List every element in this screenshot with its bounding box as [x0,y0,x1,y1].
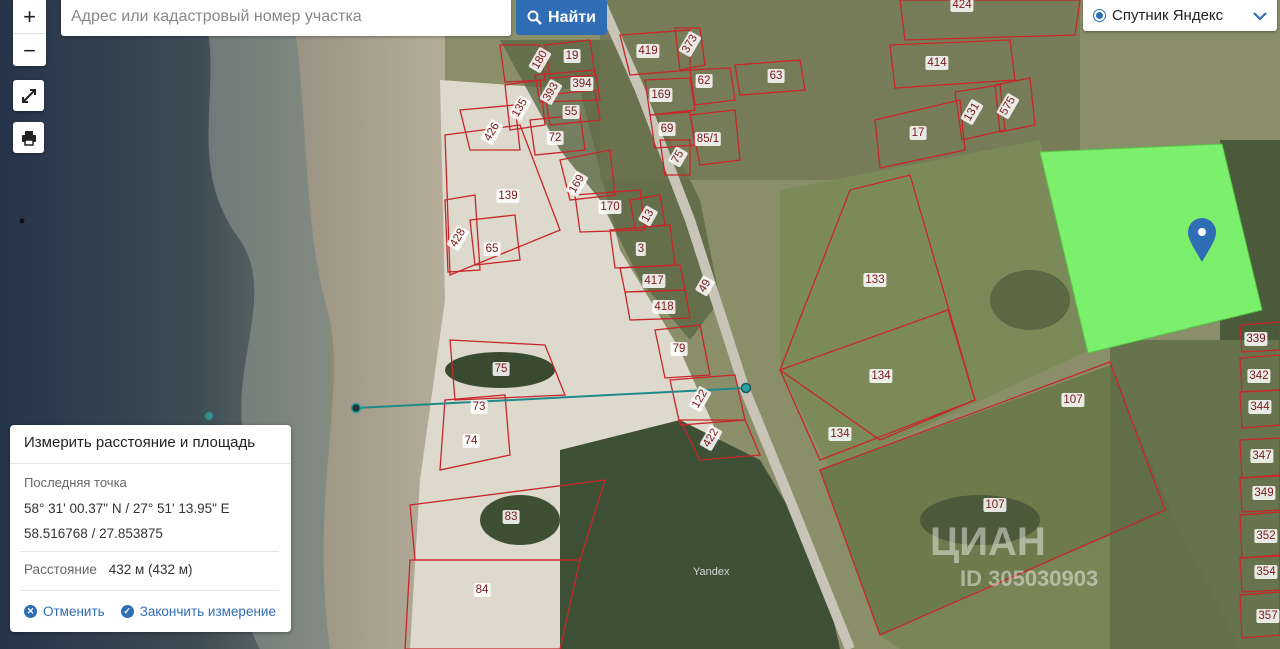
parcel-label-p107a[interactable]: 107 [1061,393,1085,407]
parcel-label-p139[interactable]: 139 [496,189,520,203]
search-input[interactable] [61,0,511,34]
measure-panel-title: Измерить расстояние и площадь [10,425,291,464]
finish-label: Закончить измерение [139,604,276,619]
zoom-in-button[interactable]: + [13,0,46,33]
printer-icon [21,130,36,146]
parcel-label-p134a[interactable]: 134 [869,369,893,383]
parcel-label-p83[interactable]: 83 [502,510,520,524]
parcel-label-p17[interactable]: 17 [909,126,927,140]
last-point-label: Последняя точка [24,475,127,490]
parcel-label-p65[interactable]: 65 [483,242,501,256]
coordinates-dms: 58° 31' 00.37" N / 27° 51' 13.95" E [24,501,230,516]
distance-value: 432 м (432 м) [108,562,193,577]
parcel-label-p170[interactable]: 170 [598,200,622,214]
parcel-label-p417[interactable]: 417 [642,274,666,288]
parcel-label-p79[interactable]: 79 [670,342,688,356]
parcel-label-p344[interactable]: 344 [1248,400,1272,414]
parcel-label-p74[interactable]: 74 [462,434,480,448]
parcel-label-p424[interactable]: 424 [950,0,974,12]
fullscreen-button[interactable] [13,80,44,111]
parcel-label-p349[interactable]: 349 [1252,486,1276,500]
check-icon: ✓ [120,605,134,618]
parcel-label-p73[interactable]: 73 [470,400,488,414]
parcel-label-p414[interactable]: 414 [925,56,949,70]
close-icon: ✕ [24,605,37,618]
print-button[interactable] [13,122,44,153]
parcel-label-p107b[interactable]: 107 [983,498,1007,512]
radio-selected-icon [1093,9,1106,22]
parcel-label-p134b[interactable]: 134 [828,427,852,441]
coordinates-decimal: 58.516768 / 27.853875 [24,526,163,541]
parcel-label-p69[interactable]: 69 [658,122,676,136]
cancel-measure-button[interactable]: ✕ Отменить [24,604,105,619]
chevron-down-icon [1253,11,1267,21]
zoom-control: + − [13,0,46,66]
parcel-label-p55[interactable]: 55 [562,105,580,119]
parcel-label-p339[interactable]: 339 [1244,332,1268,346]
measure-end-point[interactable] [740,382,752,394]
cancel-label: Отменить [43,604,105,619]
find-button-label: Найти [548,8,596,26]
zoom-out-button[interactable]: − [13,33,46,67]
search-icon [527,10,542,25]
parcel-label-p84[interactable]: 84 [473,583,491,597]
parcel-label-p75b[interactable]: 75 [492,362,510,376]
watermark-id: ID 305030903 [960,566,1099,591]
parcel-label-p352[interactable]: 352 [1254,529,1278,543]
search-box [61,0,511,36]
parcel-label-p62[interactable]: 62 [695,74,713,88]
parcel-label-p63[interactable]: 63 [767,69,785,83]
finish-measure-button[interactable]: ✓ Закончить измерение [120,604,276,619]
measure-panel: Измерить расстояние и площадь Последняя … [10,425,291,632]
parcel-label-p357[interactable]: 357 [1256,609,1280,623]
layer-selector[interactable]: Спутник Яндекс [1083,0,1277,31]
parcel-label-p3[interactable]: 3 [635,242,647,256]
map-attribution: Yandex [693,566,730,578]
distance-label: Расстояние [24,562,97,577]
distance-row: Расстояние 432 м (432 м) [24,562,193,577]
parcel-label-p133[interactable]: 133 [863,273,887,287]
parcel-label-p419[interactable]: 419 [636,44,660,58]
parcel-label-p169a[interactable]: 169 [649,88,673,102]
parcel-label-p851[interactable]: 85/1 [694,132,722,146]
map-canvas[interactable]: 424 419 373 180 19 394 393 414 169 62 63 135 55 131 57… [0,0,1280,649]
parcel-label-p347[interactable]: 347 [1250,449,1274,463]
expand-icon [21,88,36,103]
parcel-label-p72[interactable]: 72 [546,131,564,145]
parcel-label-p342[interactable]: 342 [1247,369,1271,383]
parcel-label-p418[interactable]: 418 [652,300,676,314]
watermark: ЦИАН [930,520,1046,564]
parcel-label-p19[interactable]: 19 [563,49,581,63]
parcel-label-p354[interactable]: 354 [1254,565,1278,579]
measure-start-point[interactable] [350,402,362,414]
parcel-label-p394[interactable]: 394 [570,77,594,91]
find-button[interactable]: Найти [516,0,607,35]
layer-selected-label: Спутник Яндекс [1112,7,1224,24]
